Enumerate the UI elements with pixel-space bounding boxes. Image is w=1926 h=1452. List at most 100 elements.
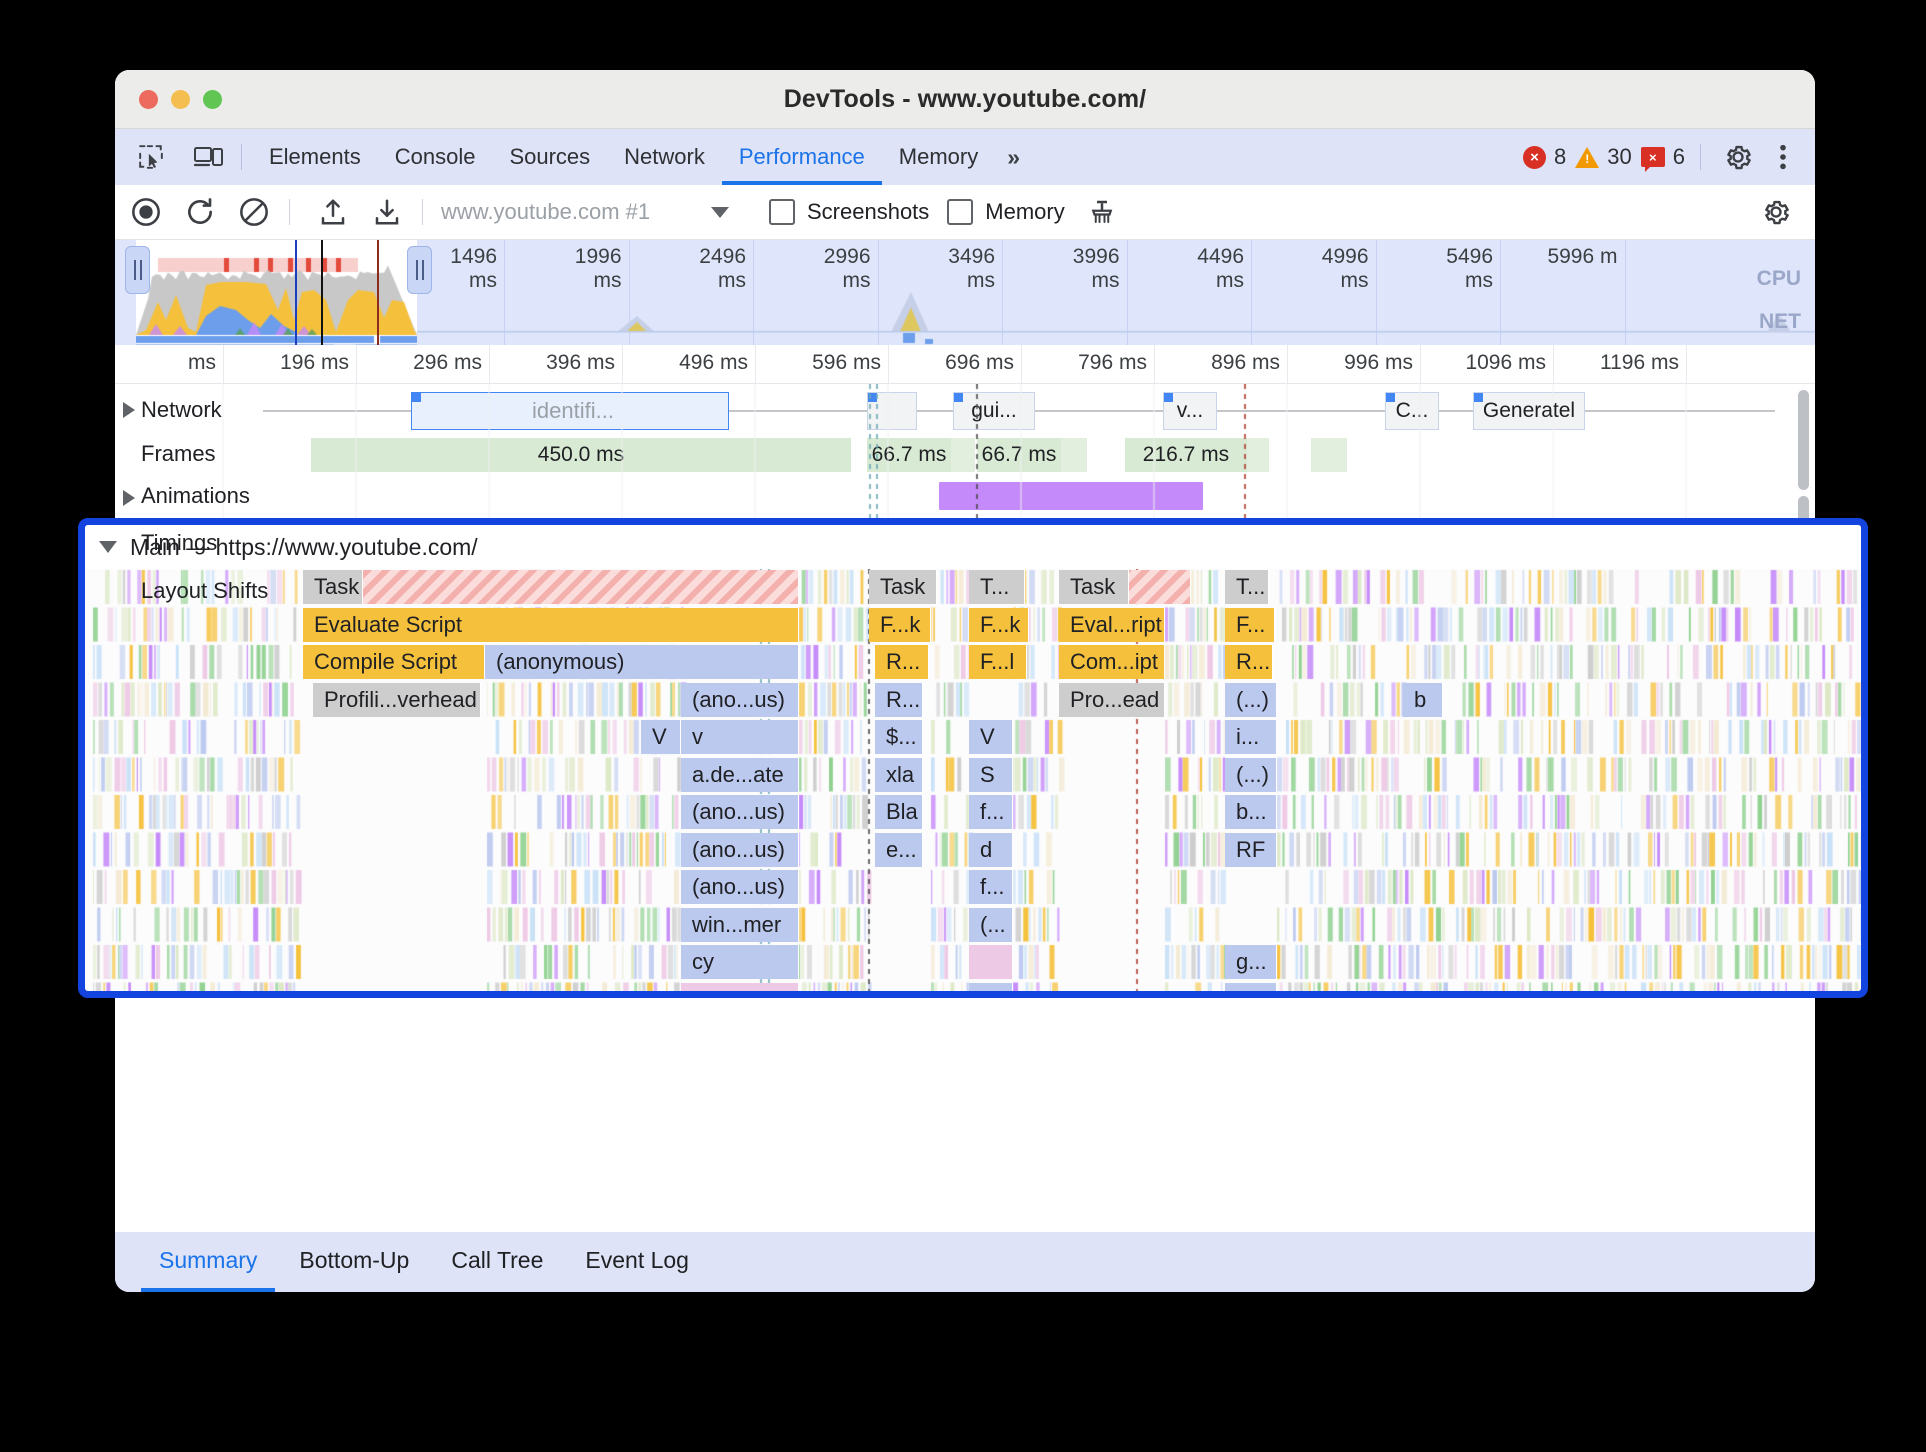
flame-block[interactable]: xla bbox=[875, 757, 923, 792]
flame-block[interactable]: b... bbox=[1225, 795, 1277, 829]
minimize-window-button[interactable] bbox=[171, 89, 190, 109]
flame-block[interactable]: F... bbox=[1225, 607, 1275, 642]
flame-block[interactable]: (... bbox=[969, 907, 1013, 942]
expand-triangle-icon[interactable] bbox=[123, 490, 135, 506]
flame-block[interactable]: win...mer bbox=[681, 907, 799, 942]
flame-block[interactable]: T... bbox=[1225, 570, 1269, 604]
flame-block[interactable]: i... bbox=[1225, 720, 1277, 754]
upload-profile-icon[interactable] bbox=[310, 189, 356, 235]
overview-right-handle[interactable] bbox=[407, 246, 432, 294]
flame-block[interactable]: value bbox=[681, 982, 799, 991]
chevron-down-icon[interactable] bbox=[711, 206, 729, 218]
tab-elements[interactable]: Elements bbox=[252, 129, 378, 185]
clear-icon[interactable] bbox=[231, 189, 277, 235]
flame-block[interactable]: Task bbox=[303, 570, 363, 604]
flame-block[interactable]: Eval...ript bbox=[1059, 607, 1165, 642]
issue-counter[interactable]: × 6 bbox=[1640, 144, 1685, 172]
expand-triangle-icon[interactable] bbox=[123, 402, 135, 418]
flame-block[interactable]: a.de...ate bbox=[681, 757, 799, 792]
network-request-bar[interactable]: v... bbox=[1163, 392, 1217, 430]
triangle-down-icon[interactable] bbox=[99, 541, 117, 553]
flame-block[interactable]: g... bbox=[1225, 945, 1277, 979]
flame-block[interactable]: T... bbox=[969, 570, 1025, 604]
track-animations[interactable]: Animations bbox=[115, 478, 1815, 520]
flame-block[interactable]: g... bbox=[1225, 982, 1277, 991]
flame-block[interactable]: f... bbox=[969, 795, 1013, 829]
gear-icon[interactable] bbox=[1716, 137, 1760, 177]
capture-settings-gear-icon[interactable] bbox=[1753, 189, 1799, 235]
flame-block[interactable]: R... bbox=[875, 645, 929, 679]
flame-block[interactable]: V bbox=[969, 720, 1013, 754]
reload-record-icon[interactable] bbox=[177, 189, 223, 235]
flame-block[interactable]: Task bbox=[869, 570, 937, 604]
download-profile-icon[interactable] bbox=[364, 189, 410, 235]
record-circle-icon[interactable] bbox=[123, 189, 169, 235]
track-frames[interactable]: Frames 450.0 ms 66.7 ms 66.7 ms 216.7 ms bbox=[115, 436, 1815, 478]
tab-bottom-up[interactable]: Bottom-Up bbox=[281, 1232, 427, 1292]
flame-block[interactable]: d bbox=[969, 832, 1013, 867]
flame-block[interactable]: Task bbox=[1059, 570, 1129, 604]
animation-bar[interactable] bbox=[939, 482, 1203, 510]
tab-console[interactable]: Console bbox=[378, 129, 493, 185]
main-thread-flame-panel[interactable]: Main — https://www.youtube.com/ Task Task… bbox=[78, 518, 1868, 998]
flame-block[interactable]: V bbox=[641, 720, 681, 754]
flame-block[interactable]: b bbox=[1403, 682, 1443, 717]
flame-block[interactable] bbox=[363, 570, 799, 604]
flame-block[interactable]: f... bbox=[969, 870, 1013, 904]
network-request-bar[interactable]: C... bbox=[1385, 392, 1439, 430]
flame-block[interactable]: Profili...verhead bbox=[313, 682, 481, 717]
frame-bar[interactable] bbox=[1061, 438, 1087, 472]
three-dot-menu-icon[interactable] bbox=[1769, 137, 1797, 177]
maximize-window-button[interactable] bbox=[203, 89, 222, 109]
flame-block[interactable]: e... bbox=[875, 832, 923, 867]
more-tabs-icon[interactable]: » bbox=[995, 144, 1029, 171]
flame-block[interactable]: Com...ipt bbox=[1059, 645, 1165, 679]
frame-bar[interactable]: 66.7 ms bbox=[867, 438, 951, 472]
tab-event-log[interactable]: Event Log bbox=[567, 1232, 707, 1292]
flame-block[interactable]: (ano...us) bbox=[681, 795, 799, 829]
flame-block[interactable]: cy bbox=[681, 945, 799, 979]
error-counter[interactable]: × 8 bbox=[1523, 144, 1566, 170]
checkbox-box[interactable] bbox=[947, 199, 974, 225]
screenshots-checkbox[interactable]: Screenshots bbox=[769, 199, 929, 225]
flame-block[interactable]: $... bbox=[875, 720, 923, 754]
frame-bar[interactable]: 66.7 ms bbox=[977, 438, 1061, 472]
flame-block[interactable]: Bla bbox=[875, 795, 923, 829]
device-toolbar-icon[interactable] bbox=[187, 137, 231, 177]
network-request-bar[interactable]: identifi... bbox=[411, 392, 729, 430]
flame-block[interactable]: Evaluate Script bbox=[303, 607, 799, 642]
flame-block[interactable]: F...k bbox=[969, 607, 1029, 642]
flame-block[interactable]: (...) bbox=[1225, 757, 1277, 792]
flame-block[interactable]: RF bbox=[1225, 832, 1277, 867]
flame-block[interactable]: (anonymous) bbox=[485, 645, 799, 679]
frame-bar[interactable]: 216.7 ms bbox=[1125, 438, 1247, 472]
track-network[interactable]: Network identifi... gui... v... C... Generat… bbox=[115, 384, 1815, 436]
checkbox-box[interactable] bbox=[769, 199, 795, 225]
flame-block[interactable] bbox=[969, 945, 1013, 979]
network-request-bar[interactable]: gui... bbox=[953, 392, 1035, 430]
tab-sources[interactable]: Sources bbox=[492, 129, 607, 185]
overview-left-handle[interactable] bbox=[125, 246, 150, 294]
flame-block[interactable]: (ano...us) bbox=[681, 832, 799, 867]
main-track-header[interactable]: Main — https://www.youtube.com/ bbox=[85, 525, 1861, 569]
flame-block[interactable]: S bbox=[969, 757, 1013, 792]
flame-block[interactable]: F...l bbox=[969, 645, 1027, 679]
frame-bar[interactable]: 450.0 ms bbox=[311, 438, 851, 472]
overview-selection-window[interactable] bbox=[136, 240, 417, 345]
flame-block[interactable]: Compile Script bbox=[303, 645, 485, 679]
close-window-button[interactable] bbox=[139, 89, 158, 109]
flame-block[interactable] bbox=[1129, 570, 1191, 604]
tab-call-tree[interactable]: Call Tree bbox=[433, 1232, 561, 1292]
network-request-bar[interactable] bbox=[867, 392, 917, 430]
recording-selector[interactable]: www.youtube.com #1 bbox=[435, 199, 751, 225]
flame-block[interactable]: v bbox=[681, 720, 799, 754]
warning-counter[interactable]: 30 bbox=[1575, 144, 1632, 170]
flame-block[interactable]: (ano...us) bbox=[681, 682, 799, 717]
flame-block[interactable]: F...k bbox=[869, 607, 931, 642]
memory-checkbox[interactable]: Memory bbox=[947, 199, 1065, 225]
tab-memory[interactable]: Memory bbox=[882, 129, 995, 185]
flame-chart[interactable]: Task Task T... Task T... Evaluate Script F...k… bbox=[85, 569, 1861, 991]
tab-network[interactable]: Network bbox=[607, 129, 722, 185]
flame-block[interactable]: i... bbox=[969, 982, 1013, 991]
flame-block[interactable]: (ano...us) bbox=[681, 870, 799, 904]
